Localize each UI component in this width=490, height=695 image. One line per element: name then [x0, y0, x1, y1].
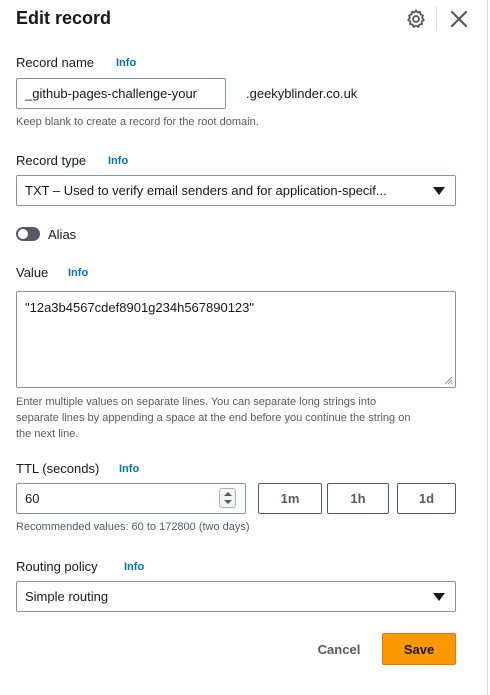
domain-suffix: .geekyblinder.co.uk [246, 86, 358, 101]
caret-down-icon [433, 187, 445, 195]
header-separator [436, 7, 437, 31]
ttl-stepper[interactable] [219, 488, 236, 508]
alias-toggle[interactable] [16, 227, 40, 241]
record-name-info-link[interactable]: Info [116, 57, 136, 69]
ttl-hint: Recommended values: 60 to 172800 (two da… [16, 521, 250, 533]
routing-policy-select[interactable]: Simple routing [16, 581, 456, 612]
routing-policy-selected: Simple routing [25, 589, 109, 604]
routing-policy-info-link[interactable]: Info [124, 561, 144, 573]
value-hint-line-3: the next line. [16, 428, 79, 440]
value-hint-line-2: separate lines by appending a space at t… [16, 412, 411, 424]
routing-policy-label: Routing policy [16, 559, 98, 574]
caret-down-icon [433, 593, 445, 601]
ttl-label: TTL (seconds) [16, 461, 100, 476]
ttl-input[interactable]: 60 [16, 483, 246, 514]
chevron-down-icon[interactable] [224, 500, 232, 504]
record-type-select[interactable]: TXT – Used to verify email senders and f… [16, 175, 456, 206]
save-button[interactable]: Save [382, 633, 456, 665]
ttl-1m-button[interactable]: 1m [258, 483, 322, 514]
cancel-button[interactable]: Cancel [306, 634, 372, 665]
record-type-label: Record type [16, 153, 87, 168]
resize-handle-icon[interactable] [444, 376, 453, 385]
gear-icon[interactable] [405, 8, 427, 30]
value-textarea[interactable]: "12a3b4567cdef8901g234h567890123" [16, 291, 456, 388]
ttl-info-link[interactable]: Info [119, 463, 139, 475]
ttl-1d-button[interactable]: 1d [397, 483, 456, 514]
alias-label: Alias [48, 227, 77, 242]
chevron-up-icon[interactable] [224, 492, 232, 496]
panel-divider [487, 0, 488, 695]
close-icon[interactable] [448, 8, 470, 30]
record-name-label: Record name [16, 55, 95, 70]
panel-title: Edit record [16, 8, 112, 28]
record-name-value: _github-pages-challenge-your [25, 86, 198, 101]
value-info-link[interactable]: Info [68, 267, 88, 279]
ttl-1h-button[interactable]: 1h [327, 483, 389, 514]
ttl-value: 60 [25, 491, 40, 506]
record-type-selected: TXT – Used to verify email senders and f… [25, 183, 387, 198]
record-name-input[interactable]: _github-pages-challenge-your [16, 78, 226, 109]
value-label: Value [16, 265, 49, 280]
record-name-hint: Keep blank to create a record for the ro… [16, 116, 259, 128]
toggle-knob [18, 229, 28, 239]
value-text: "12a3b4567cdef8901g234h567890123" [25, 300, 255, 315]
value-hint-line-1: Enter multiple values on separate lines.… [16, 396, 377, 408]
edit-record-panel: Edit record Record name Info _github-pag… [0, 0, 490, 695]
record-type-info-link[interactable]: Info [108, 155, 128, 167]
